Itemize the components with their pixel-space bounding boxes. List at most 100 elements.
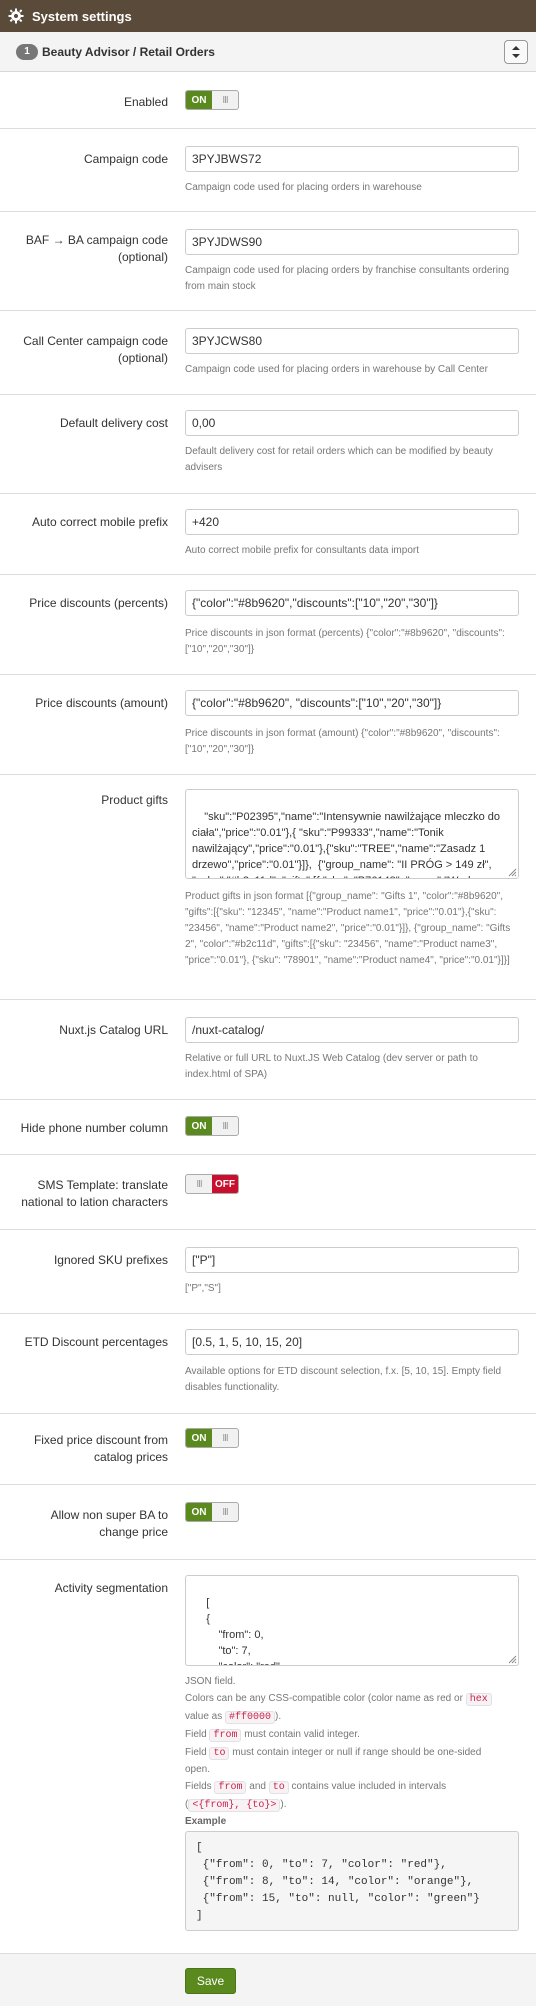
- setting-campaign-code: Campaign code 3PYJBWS72 Campaign code us…: [0, 129, 536, 212]
- toggle-off-state: OFF: [212, 1175, 238, 1193]
- toggle-handle: III: [222, 1506, 228, 1518]
- etd-discount-label: ETD Discount percentages: [24, 1335, 168, 1349]
- product-gifts-help: Product gifts in json format [{"group_na…: [185, 891, 511, 966]
- product-gifts-value: "sku":"P02395","name":"Intensywnie nawil…: [192, 811, 500, 878]
- fixed-price-label-line1: Fixed price discount from: [33, 1433, 168, 1447]
- help-code-to: to: [268, 1781, 289, 1794]
- product-gifts-label: Product gifts: [101, 793, 168, 807]
- app-titlebar: System settings: [0, 0, 536, 32]
- toggle-on-state: ON: [186, 91, 212, 109]
- setting-ignored-sku: Ignored SKU prefixes ["P"] ["P","S"]: [0, 1230, 536, 1314]
- activity-segmentation-label: Activity segmentation: [54, 1581, 168, 1595]
- toggle-handle: III: [222, 94, 228, 106]
- help-text: must contain integer or null if range sh…: [232, 1747, 482, 1758]
- etd-discount-input[interactable]: [0.5, 1, 5, 10, 15, 20]: [185, 1329, 519, 1355]
- up-down-arrows-icon: [512, 46, 520, 58]
- segmentation-help-line5: Field to must contain integer or null if…: [185, 1744, 519, 1762]
- nuxt-url-label: Nuxt.js Catalog URL: [59, 1023, 168, 1037]
- nuxt-url-input[interactable]: /nuxt-catalog/: [185, 1017, 519, 1043]
- discounts-amount-help: Price discounts in json format (amount) …: [185, 728, 500, 755]
- baf-code-help: Campaign code used for placing orders by…: [185, 265, 510, 292]
- allow-non-super-label: Allow non super BA to change price: [51, 1507, 168, 1541]
- nuxt-url-help: Relative or full URL to Nuxt.JS Web Cata…: [185, 1053, 478, 1080]
- resize-grip-icon[interactable]: [508, 868, 517, 877]
- toggle-handle: III: [222, 1432, 228, 1444]
- ignored-sku-input[interactable]: ["P"]: [185, 1247, 519, 1273]
- toggle-on-state: ON: [186, 1117, 212, 1135]
- segmentation-help-line7: Fields from and to contains value includ…: [185, 1778, 519, 1796]
- help-code-from: from: [214, 1781, 247, 1794]
- etd-discount-help: Available options for ETD discount selec…: [185, 1366, 502, 1393]
- callcenter-code-input[interactable]: 3PYJCWS80: [185, 328, 519, 354]
- allow-non-super-label-line2: change price: [99, 1525, 168, 1539]
- discounts-percent-input[interactable]: {"color":"#8b9620","discounts":["10","20…: [185, 590, 519, 616]
- save-button[interactable]: Save: [185, 1968, 236, 1994]
- toggle-on-state: ON: [186, 1503, 212, 1521]
- section-toggle-button[interactable]: [504, 40, 528, 64]
- activity-segmentation-textarea[interactable]: [ { "from": 0, "to": 7, "color": "red" }…: [185, 1575, 519, 1666]
- allow-non-super-label-line1: Allow non super BA to: [50, 1508, 168, 1522]
- discounts-amount-input[interactable]: {"color":"#8b9620", "discounts":["10","2…: [185, 690, 519, 716]
- help-text: and: [249, 1781, 266, 1792]
- product-gifts-textarea[interactable]: "sku":"P02395","name":"Intensywnie nawil…: [185, 789, 519, 879]
- setting-product-gifts: Product gifts "sku":"P02395","name":"Int…: [0, 775, 536, 1000]
- fixed-price-label: Fixed price discount from catalog prices: [34, 1432, 168, 1466]
- setting-enabled: Enabled ON III: [0, 72, 536, 129]
- callcenter-code-label-line2: (optional): [117, 351, 168, 365]
- discounts-amount-label: Price discounts (amount): [35, 696, 168, 710]
- help-text: JSON field.: [185, 1676, 236, 1687]
- callcenter-code-label-line1: Call Center campaign code: [23, 334, 168, 348]
- hide-phone-label: Hide phone number column: [20, 1121, 168, 1135]
- help-text: must contain valid integer.: [244, 1729, 360, 1740]
- segmentation-help-line3: value as #ff0000).: [185, 1708, 519, 1726]
- help-text: open.: [185, 1764, 211, 1775]
- help-text: Field: [185, 1747, 207, 1758]
- delivery-cost-input[interactable]: 0,00: [185, 410, 519, 436]
- sms-template-toggle[interactable]: III OFF: [185, 1174, 239, 1194]
- setting-discounts-amount: Price discounts (amount) {"color":"#8b96…: [0, 675, 536, 775]
- discounts-percent-label: Price discounts (percents): [29, 596, 168, 610]
- setting-sms-template: SMS Template: translate national to lati…: [0, 1155, 536, 1230]
- mobile-prefix-label: Auto correct mobile prefix: [31, 515, 168, 529]
- help-code-ff0000: #ff0000: [225, 1711, 276, 1724]
- toggle-on-state: ON: [186, 1429, 212, 1447]
- section-number-badge: 1: [16, 43, 38, 60]
- help-text: Colors can be any CSS-compatible color (…: [185, 1693, 463, 1704]
- activity-segmentation-value: [ { "from": 0, "to": 7, "color": "red" }…: [206, 1597, 280, 1665]
- delivery-cost-label: Default delivery cost: [59, 416, 168, 430]
- segmentation-help-line6: open.: [185, 1761, 519, 1778]
- help-code-hex: hex: [465, 1693, 492, 1706]
- campaign-code-label: Campaign code: [83, 152, 168, 166]
- delivery-cost-help: Default delivery cost for retail orders …: [185, 446, 493, 473]
- allow-non-super-toggle[interactable]: ON III: [185, 1502, 239, 1522]
- setting-hide-phone: Hide phone number column ON III: [0, 1100, 536, 1155]
- mobile-prefix-input[interactable]: +420: [185, 509, 519, 535]
- setting-mobile-prefix: Auto correct mobile prefix +420 Auto cor…: [0, 494, 536, 575]
- segmentation-help-line2: Colors can be any CSS-compatible color (…: [185, 1690, 519, 1708]
- resize-grip-icon[interactable]: [508, 1655, 517, 1664]
- help-code-from: from: [209, 1729, 242, 1742]
- segmentation-help-line1: JSON field.: [185, 1673, 519, 1690]
- section-title: Beauty Advisor / Retail Orders: [42, 44, 215, 59]
- discounts-percent-help: Price discounts in json format (percents…: [185, 628, 505, 655]
- setting-baf-campaign-code: BAF → BA campaign code (optional) 3PYJDW…: [0, 212, 536, 311]
- gear-icon: [8, 8, 24, 24]
- segmentation-help-line4: Field from must contain valid integer.: [185, 1726, 519, 1744]
- help-code-to: to: [209, 1747, 230, 1760]
- hide-phone-toggle[interactable]: ON III: [185, 1116, 239, 1136]
- fixed-price-toggle[interactable]: ON III: [185, 1428, 239, 1448]
- callcenter-code-label: Call Center campaign code (optional): [23, 333, 168, 367]
- campaign-code-input[interactable]: 3PYJBWS72: [185, 146, 519, 172]
- enabled-toggle[interactable]: ON III: [185, 90, 239, 110]
- sms-template-label-line2: national to lation characters: [21, 1195, 168, 1209]
- setting-delivery-cost: Default delivery cost 0,00 Default deliv…: [0, 395, 536, 494]
- baf-code-input[interactable]: 3PYJDWS90: [185, 229, 519, 255]
- help-text: value as: [185, 1711, 223, 1722]
- section-header: 1 Beauty Advisor / Retail Orders: [0, 32, 536, 72]
- help-code-interval: <{from}, {to}>: [188, 1799, 281, 1812]
- baf-code-label: BAF → BA campaign code (optional): [26, 232, 168, 266]
- segmentation-help-line8: (<{from}, {to}>).: [185, 1796, 519, 1814]
- enabled-label: Enabled: [123, 95, 168, 109]
- setting-allow-non-super: Allow non super BA to change price ON II…: [0, 1485, 536, 1560]
- form-footer: Save: [0, 1953, 536, 2006]
